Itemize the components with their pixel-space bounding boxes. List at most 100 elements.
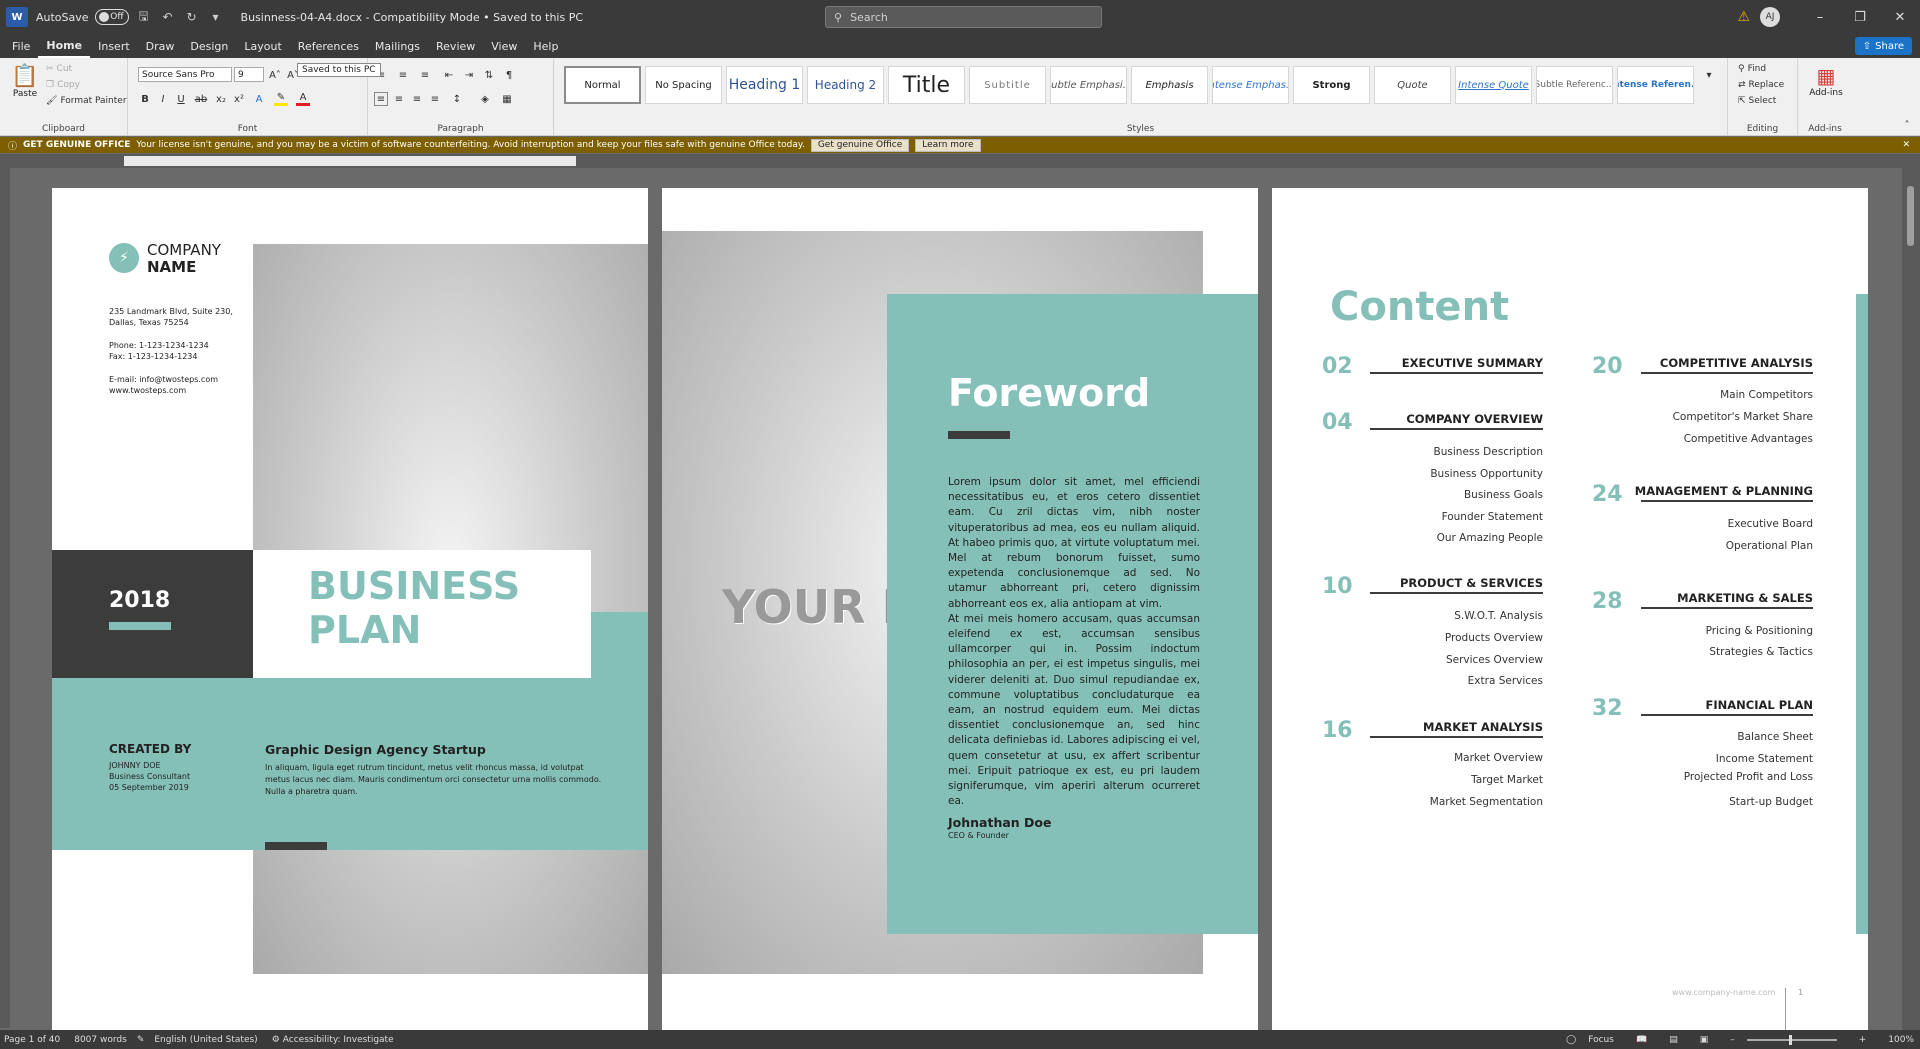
toc-section-title[interactable]: COMPETITIVE ANALYSIS [1660, 356, 1813, 370]
style-intense-quote[interactable]: Intense Quote [1455, 66, 1532, 104]
document-title[interactable]: Businness-04-A4.docx - Compatibility Mod… [241, 11, 583, 24]
page-cover[interactable]: ⚡ COMPANY NAME 235 Landmark Blvd, Suite … [52, 188, 648, 1030]
tab-draw[interactable]: Draw [138, 34, 183, 58]
toc-section-title[interactable]: EXECUTIVE SUMMARY [1402, 356, 1543, 370]
toc-item[interactable]: Competitor's Market Share [1673, 411, 1813, 423]
grow-font-icon[interactable]: A˄ [268, 68, 282, 82]
tab-design[interactable]: Design [182, 34, 236, 58]
justify-icon[interactable]: ≡ [428, 92, 442, 106]
bold-icon[interactable]: B [138, 92, 152, 106]
toc-section-title[interactable]: MARKET ANALYSIS [1423, 720, 1543, 734]
accessibility-status[interactable]: Accessibility: Investigate [283, 1035, 394, 1045]
font-color-icon[interactable]: A [296, 92, 310, 106]
style-no-spacing[interactable]: No Spacing [645, 66, 722, 104]
tab-mailings[interactable]: Mailings [367, 34, 428, 58]
close-license-icon[interactable]: ✕ [1902, 140, 1910, 150]
cut-button[interactable]: ✂ Cut [46, 64, 72, 74]
search-box[interactable]: ⚲ Search [825, 6, 1102, 28]
toc-item[interactable]: Our Amazing People [1437, 532, 1543, 544]
toc-item[interactable]: Target Market [1471, 774, 1543, 786]
shading-icon[interactable]: ◈ [478, 92, 492, 106]
find-button[interactable]: ⚲ Find [1738, 64, 1766, 74]
horizontal-ruler[interactable] [0, 154, 1920, 168]
italic-icon[interactable]: I [156, 92, 170, 106]
paste-button[interactable]: 📋 Paste [10, 64, 40, 112]
toc-item[interactable]: Income Statement [1716, 753, 1813, 765]
text-effects-icon[interactable]: A [252, 92, 266, 106]
font-name-select[interactable]: Source Sans Pro [138, 67, 232, 82]
replace-button[interactable]: ⇄ Replace [1738, 80, 1784, 90]
redo-icon[interactable]: ↻ [183, 8, 201, 26]
style-subtitle[interactable]: Subtitle [969, 66, 1046, 104]
font-size-select[interactable]: 9 [234, 67, 264, 82]
style-quote[interactable]: Quote [1374, 66, 1451, 104]
borders-icon[interactable]: ▦ [500, 92, 514, 106]
style-heading-2[interactable]: Heading 2 [807, 66, 884, 104]
style-title[interactable]: Title [888, 66, 965, 104]
vertical-ruler[interactable] [0, 168, 10, 1028]
share-button[interactable]: ⇧ Share [1854, 37, 1912, 55]
style-heading-1[interactable]: Heading 1 [726, 66, 803, 104]
avatar[interactable]: AJ [1760, 7, 1780, 27]
style-normal[interactable]: Normal [564, 66, 641, 104]
toc-section-title[interactable]: FINANCIAL PLAN [1705, 698, 1813, 712]
document-canvas[interactable]: ⚡ COMPANY NAME 235 Landmark Blvd, Suite … [10, 168, 1902, 1030]
toc-item[interactable]: Extra Services [1468, 675, 1543, 687]
read-mode-icon[interactable]: 📖 [1636, 1035, 1647, 1045]
page-count[interactable]: Page 1 of 40 [4, 1035, 60, 1045]
zoom-in-icon[interactable]: + [1859, 1035, 1867, 1045]
web-layout-icon[interactable]: ▣ [1700, 1035, 1709, 1045]
toc-item[interactable]: Business Goals [1464, 489, 1543, 501]
focus-button[interactable]: Focus [1588, 1035, 1614, 1045]
tab-file[interactable]: File [4, 34, 38, 58]
style-subtle-reference[interactable]: Subtle Referenc... [1536, 66, 1613, 104]
style-intense-emphasis[interactable]: Intense Emphas... [1212, 66, 1289, 104]
print-layout-icon[interactable]: ▤ [1669, 1035, 1678, 1045]
tab-layout[interactable]: Layout [236, 34, 289, 58]
tab-insert[interactable]: Insert [90, 34, 138, 58]
addins-button[interactable]: ▦ Add-ins [1806, 64, 1846, 98]
word-count[interactable]: 8007 words [74, 1035, 127, 1045]
strikethrough-icon[interactable]: ab [194, 92, 208, 106]
toc-item[interactable]: Operational Plan [1726, 540, 1813, 552]
line-spacing-icon[interactable]: ↕ [450, 92, 464, 106]
autosave-toggle[interactable]: AutoSave Off [36, 9, 129, 25]
zoom-slider[interactable] [1746, 1034, 1837, 1045]
warning-icon[interactable]: ⚠ [1737, 9, 1750, 25]
vertical-scrollbar[interactable] [1902, 168, 1920, 1030]
toc-item[interactable]: Start-up Budget [1729, 796, 1813, 808]
sort-icon[interactable]: ⇅ [482, 68, 496, 82]
toc-item[interactable]: S.W.O.T. Analysis [1454, 610, 1543, 622]
toc-item[interactable]: Services Overview [1446, 654, 1543, 666]
toc-item[interactable]: Market Segmentation [1430, 796, 1543, 808]
toc-item[interactable]: Competitive Advantages [1684, 433, 1813, 445]
toc-section-title[interactable]: MARKETING & SALES [1677, 591, 1813, 605]
styles-more-icon[interactable]: ▾ [1702, 68, 1716, 82]
page-contents[interactable]: Content 02 EXECUTIVE SUMMARY 04 COMPANY OVE… [1272, 188, 1868, 1030]
customize-qat-icon[interactable]: ▾ [207, 8, 225, 26]
save-icon[interactable]: 🖫 [135, 8, 153, 26]
get-genuine-button[interactable]: Get genuine Office [810, 138, 910, 152]
toc-item[interactable]: Founder Statement [1442, 511, 1543, 523]
align-right-icon[interactable]: ≡ [410, 92, 424, 106]
show-marks-icon[interactable]: ¶ [502, 68, 516, 82]
select-button[interactable]: ⇱ Select [1738, 96, 1776, 106]
tab-help[interactable]: Help [525, 34, 566, 58]
style-emphasis[interactable]: Emphasis [1131, 66, 1208, 104]
toc-item[interactable]: Pricing & Positioning [1706, 625, 1813, 637]
increase-indent-icon[interactable]: ⇥ [462, 68, 476, 82]
close-icon[interactable]: ✕ [1880, 10, 1920, 25]
toc-item[interactable]: Main Competitors [1720, 389, 1813, 401]
toc-item[interactable]: Balance Sheet [1737, 731, 1813, 743]
toc-item[interactable]: Executive Board [1728, 518, 1813, 530]
undo-icon[interactable]: ↶ [159, 8, 177, 26]
zoom-out-icon[interactable]: – [1730, 1035, 1735, 1045]
copy-button[interactable]: ❐ Copy [46, 80, 80, 90]
tab-view[interactable]: View [483, 34, 525, 58]
subscript-icon[interactable]: x₂ [214, 92, 228, 106]
language-status[interactable]: English (United States) [154, 1035, 257, 1045]
toc-item[interactable]: Strategies & Tactics [1709, 646, 1813, 658]
format-painter-button[interactable]: 🖌 Format Painter [46, 96, 127, 106]
numbering-icon[interactable]: ≡ [396, 68, 410, 82]
multilevel-list-icon[interactable]: ≡ [418, 68, 432, 82]
